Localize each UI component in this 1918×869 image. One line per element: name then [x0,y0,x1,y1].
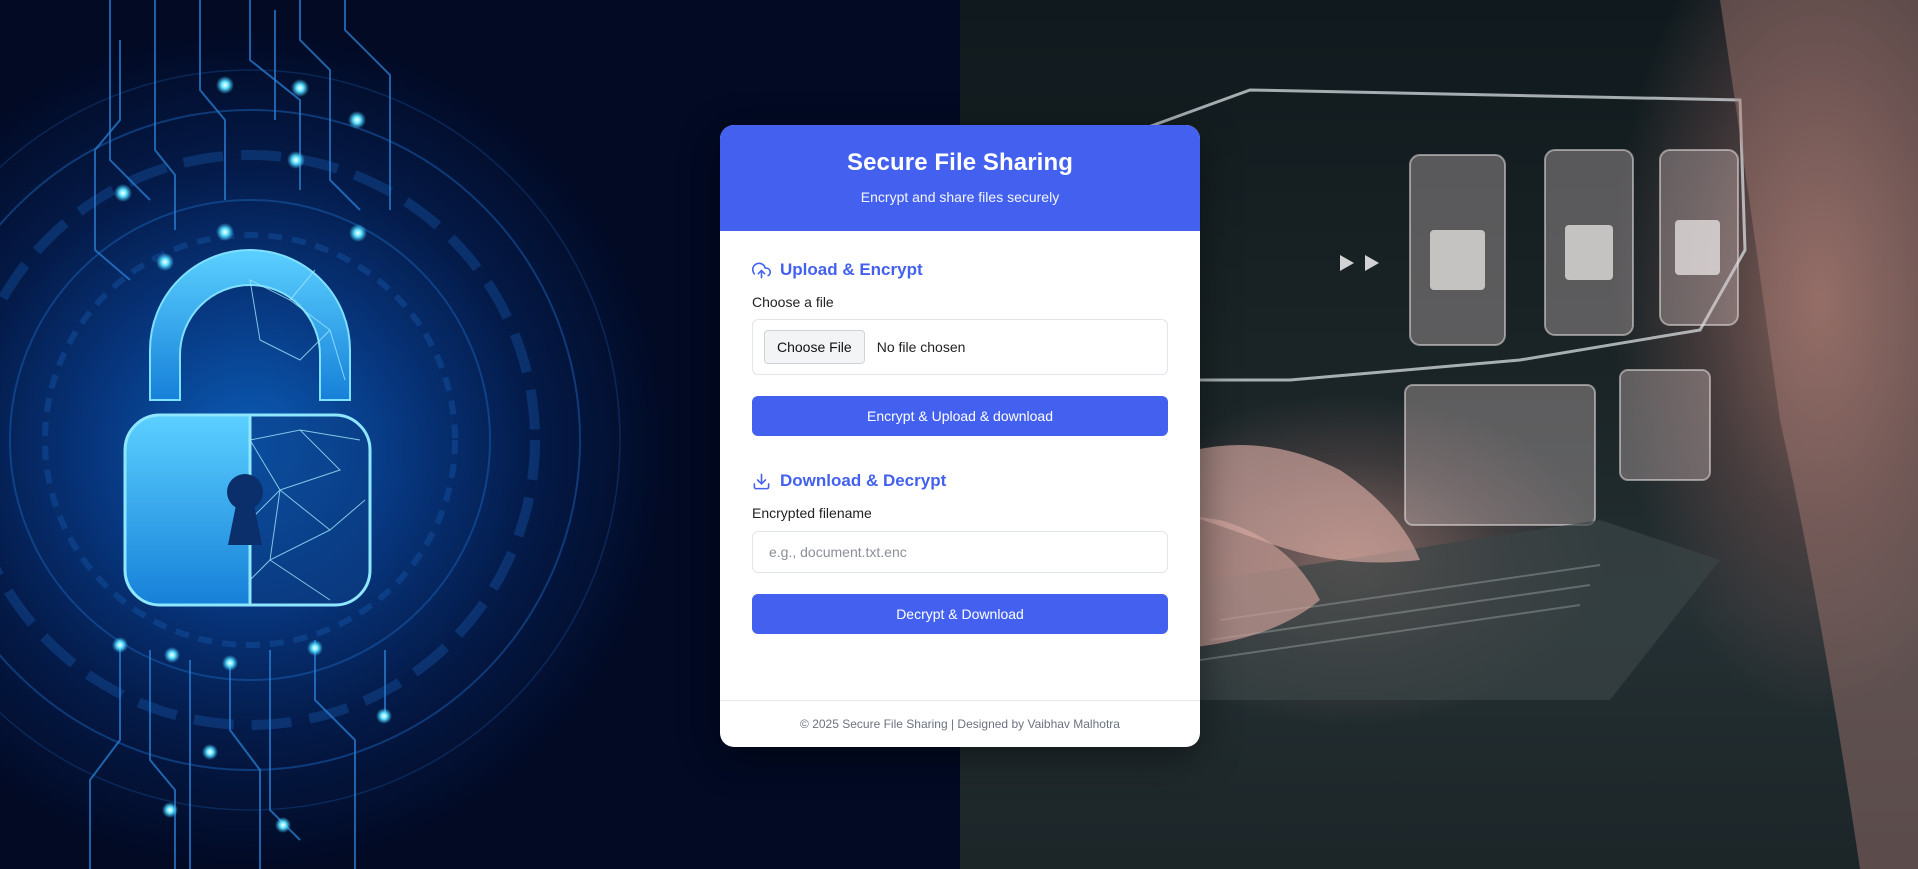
cloud-upload-icon [752,262,771,278]
file-status-text: No file chosen [876,339,966,355]
upload-section-title: Upload & Encrypt [752,259,1168,281]
choose-file-button[interactable]: Choose File [764,330,865,364]
choose-file-label: Choose a file [752,294,834,310]
page-title: Secure File Sharing [847,149,1073,176]
decrypt-download-button[interactable]: Decrypt & Download [752,594,1168,634]
upload-section-label: Upload & Encrypt [780,260,923,279]
page-subtitle: Encrypt and share files securely [860,189,1060,205]
download-icon [753,473,770,489]
encrypted-filename-label: Encrypted filename [752,505,872,521]
footer-text: © 2025 Secure File Sharing | Designed by… [800,717,1120,731]
card-footer: © 2025 Secure File Sharing | Designed by… [720,700,1200,747]
file-input[interactable]: Choose File No file chosen [752,319,1168,375]
encrypted-filename-input[interactable] [752,531,1168,573]
download-section-title: Download & Decrypt [752,470,1168,492]
card-header: Secure File Sharing Encrypt and share fi… [720,125,1200,231]
card-body: Upload & Encrypt Choose a file Choose Fi… [720,231,1200,634]
download-section-label: Download & Decrypt [780,471,947,490]
secure-file-sharing-card: Secure File Sharing Encrypt and share fi… [720,125,1200,747]
encrypt-upload-button[interactable]: Encrypt & Upload & download [752,396,1168,436]
